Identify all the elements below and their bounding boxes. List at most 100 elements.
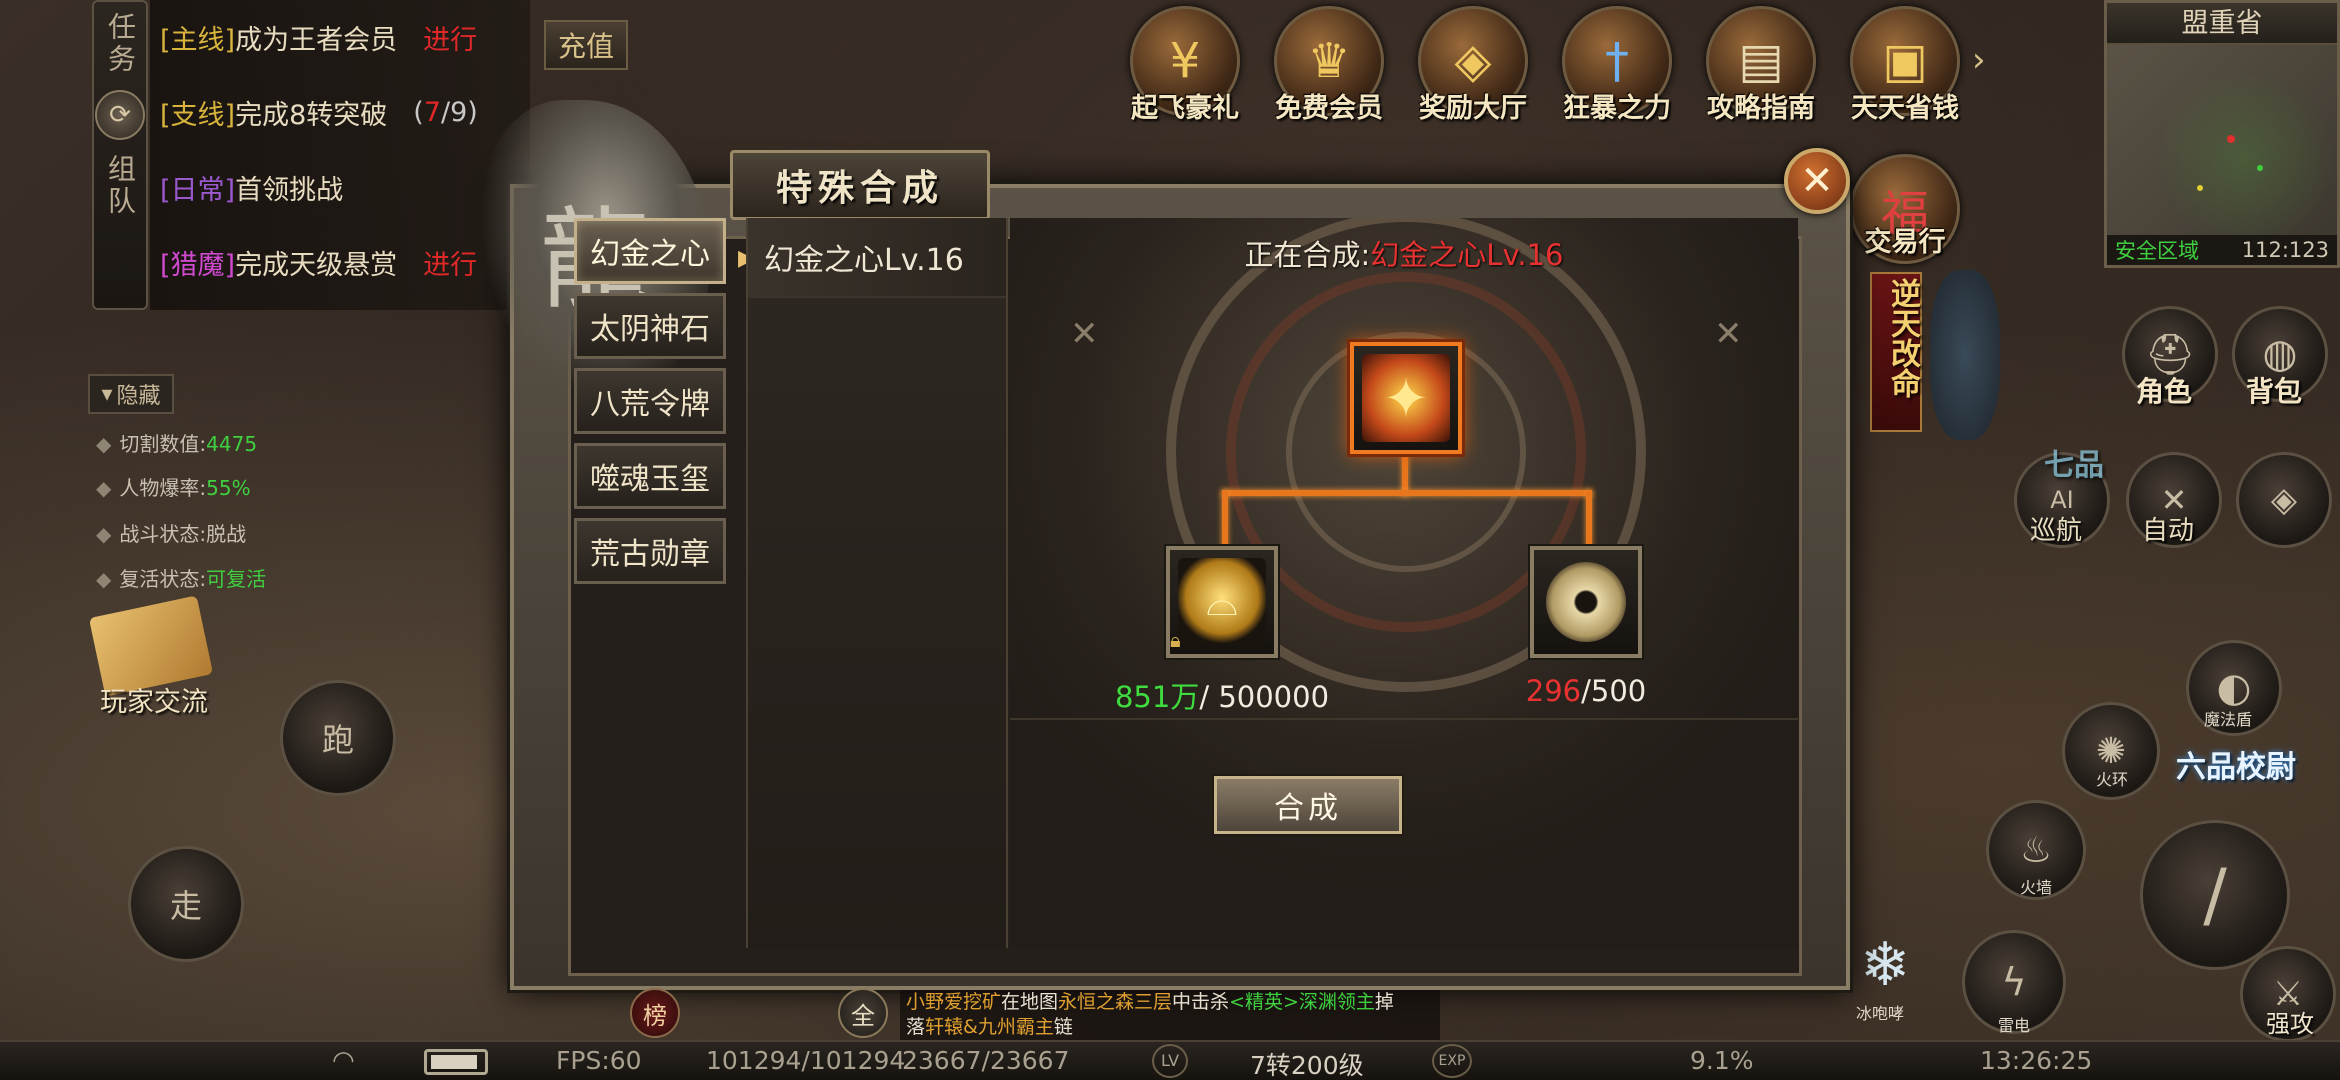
fire-wall-icon: ♨ (2019, 829, 2053, 871)
quest-progress: (7/9) (413, 97, 478, 128)
top-icon-vip[interactable]: ♛ 免费会员 (1264, 0, 1394, 130)
hp-readout: 101294/101294 (706, 1046, 906, 1075)
golden-heart-icon: ✦ (1362, 354, 1450, 442)
tab-team[interactable]: 组队 (100, 154, 140, 218)
event-banner[interactable]: 逆天改命 (1870, 272, 1922, 432)
category-tab-huanggu[interactable]: 荒古勋章 (574, 518, 726, 584)
recharge-button[interactable]: 充值 (544, 20, 628, 70)
lightning-icon: ϟ (2001, 960, 2027, 1004)
mp-readout: 23667/23667 (902, 1046, 1070, 1075)
target-icon: ◈ (2270, 480, 2298, 520)
stat-revive: ◆ 复活状态:可复活 (96, 567, 267, 591)
player-exchange-label[interactable]: 玩家交流 (100, 680, 208, 719)
hide-button[interactable]: ▾ 隐藏 (88, 374, 174, 414)
chat-box[interactable]: 小野爱挖矿在地图永恒之森三层中击杀<精英>深渊领主掉 落轩辕&九州霸主链 (900, 990, 1440, 1042)
cross-ornament-icon: ✕ (1714, 314, 1743, 354)
top-icon-label: 起飞豪礼 (1131, 93, 1239, 124)
wifi-icon: ◠ (332, 1046, 355, 1076)
bottom-status-bar: ◠ FPS:60 101294/101294 23667/23667 LV 7转… (0, 1040, 2340, 1080)
item-list: 幻金之心Lv.16 (746, 218, 1008, 948)
chat-line: 落轩辕&九州霸主链 (906, 1016, 1073, 1038)
quest-tag: [猎魔] (160, 250, 236, 281)
top-icon-rage[interactable]: † 狂暴之力 (1552, 0, 1682, 130)
top-icon-trade[interactable]: 福 交易行 (1840, 148, 1970, 278)
category-tab-bahuang[interactable]: 八荒令牌 (574, 368, 726, 434)
target-slot[interactable]: ✦ (1350, 342, 1462, 454)
diamond-icon: ◆ (96, 522, 112, 546)
minimap[interactable]: 盟重省 安全区域 112:123 (2104, 0, 2340, 268)
quest-row-main[interactable]: [主线] 成为王者会员 进行 (150, 0, 530, 75)
exp-readout: 9.1% (1690, 1046, 1754, 1075)
chevron-down-icon: ▾ (101, 381, 113, 407)
chat-channel-button[interactable]: 全 (838, 988, 888, 1038)
top-icon-savings[interactable]: ▣ 天天省钱 (1840, 0, 1970, 130)
close-button[interactable]: ✕ (1784, 148, 1850, 214)
diamond-icon: ◆ (96, 567, 112, 591)
quest-text: 首领挑战 (235, 175, 344, 206)
gold-ingot-icon: ⌓ (1178, 558, 1266, 646)
craft-area: ✕ ✕ 正在合成:幻金之心Lv.16 ✦ ⌓ 🔒︎ 851万/ 500000 2… (1010, 218, 1798, 948)
category-tab-shihun[interactable]: 噬魂玉玺 (574, 443, 726, 509)
material-slot-1[interactable]: ⌓ (1166, 546, 1278, 658)
thunder-label: 雷电 (1998, 1016, 2031, 1035)
special-craft-dialog: 龍 特殊合成 ✕ 幻金之心 太阴神石 八荒令牌 噬魂玉玺 荒古勋章 ▶ 幻金之心… (480, 100, 1850, 990)
diamond-icon: ◆ (96, 476, 112, 500)
category-tab-huanjin[interactable]: 幻金之心 (574, 218, 726, 284)
rank-button[interactable]: 榜 (630, 988, 680, 1038)
quest-row-hunt[interactable]: [猎魔] 完成天级悬赏 进行 (150, 225, 530, 300)
chevron-right-icon[interactable]: › (1972, 40, 1994, 100)
quest-row-daily[interactable]: [日常] 首领挑战 (150, 150, 530, 225)
event-banner-text: 逆天改命 (1885, 278, 1920, 398)
chat-line: 小野爱挖矿在地图永恒之森三层中击杀<精英>深渊领主掉 (906, 991, 1394, 1013)
walk-button[interactable]: 走 (128, 846, 244, 962)
strong-attack-label: 强攻 (2266, 1010, 2314, 1038)
rank-text-faded: 七品 (2044, 448, 2104, 483)
level-badge: LV (1152, 1044, 1188, 1078)
minimap-footer: 安全区域 112:123 (2107, 235, 2337, 265)
quest-text: 完成8转突破 (235, 100, 388, 131)
stat-drop: ◆ 人物爆率:55% (96, 476, 251, 500)
quest-tag: [日常] (160, 175, 236, 206)
refresh-icon[interactable]: ⟳ (95, 90, 145, 140)
npc-marker-icon (2197, 185, 2203, 191)
top-icon-label: 狂暴之力 (1563, 93, 1671, 124)
quest-row-branch[interactable]: [支线] 完成8转突破 (7/9) (150, 75, 530, 150)
role-label: 角色 (2136, 375, 2193, 408)
fire-ring-label: 火环 (2096, 770, 2129, 789)
rank-title: 六品校尉 (2176, 750, 2296, 785)
quest-list: [主线] 成为王者会员 进行 [支线] 完成8转突破 (7/9) [日常] 首领… (150, 0, 530, 310)
sword-icon: / (2203, 854, 2227, 936)
top-icon-gift[interactable]: ¥ 起飞豪礼 (1120, 0, 1250, 130)
top-icon-guide[interactable]: ▤ 攻略指南 (1696, 0, 1826, 130)
dialog-title: 特殊合成 (730, 150, 990, 220)
clock: 13:26:25 (1980, 1046, 2093, 1075)
target-button[interactable]: ◈ (2236, 452, 2332, 548)
material-1-count: 851万/ 500000 (1114, 680, 1330, 714)
npc-marker-icon (2257, 165, 2263, 171)
crafting-status: 正在合成:幻金之心Lv.16 (1244, 238, 1564, 272)
ice-label: 冰咆哮 (1856, 1004, 1905, 1023)
minimap-view[interactable] (2107, 45, 2337, 235)
item-row[interactable]: 幻金之心Lv.16 (748, 218, 1006, 298)
attack-button[interactable]: / (2140, 820, 2290, 970)
quest-status: 进行 (423, 25, 478, 56)
top-icon-label: 交易行 (1864, 227, 1946, 258)
material-slot-2[interactable] (1530, 546, 1642, 658)
hide-label: 隐藏 (116, 384, 161, 409)
fps-readout: FPS:60 (556, 1046, 642, 1075)
map-coords: 112:123 (2241, 238, 2329, 262)
map-name: 盟重省 (2107, 3, 2337, 45)
auto-label: 自动 (2142, 516, 2195, 546)
category-list: 幻金之心 太阴神石 八荒令牌 噬魂玉玺 荒古勋章 (574, 218, 730, 593)
category-tab-taiyin[interactable]: 太阴神石 (574, 293, 726, 359)
tab-quests[interactable]: 任务 (100, 12, 140, 76)
quest-status: 进行 (423, 250, 478, 281)
material-2-count: 296/500 (1525, 674, 1647, 708)
quest-tag: [主线] (160, 25, 236, 56)
divider (1010, 718, 1798, 720)
run-button[interactable]: 跑 (280, 680, 396, 796)
bag-label: 背包 (2246, 375, 2303, 408)
craft-button[interactable]: 合成 (1214, 776, 1402, 834)
top-icon-rewards[interactable]: ◈ 奖励大厅 (1408, 0, 1538, 130)
character-figure (1930, 270, 2000, 440)
